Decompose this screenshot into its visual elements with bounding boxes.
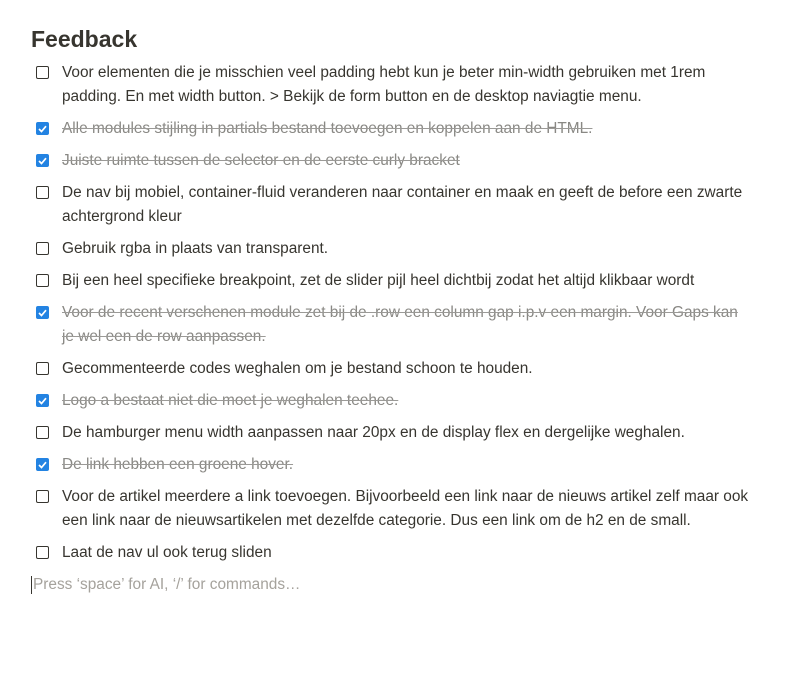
todo-text[interactable]: Alle modules stijling in partials bestan… (62, 117, 751, 141)
todo-checkbox[interactable] (36, 362, 49, 375)
todo-checkbox[interactable] (36, 458, 49, 471)
text-cursor (31, 576, 32, 594)
todo-text[interactable]: Voor de artikel meerdere a link toevoege… (62, 485, 751, 533)
todo-text[interactable]: Logo a bestaat niet die moet je weghalen… (62, 389, 751, 413)
todo-item[interactable]: Laat de nav ul ook terug sliden (31, 541, 751, 565)
checkmark-icon (38, 461, 47, 469)
todo-text[interactable]: De hamburger menu width aanpassen naar 2… (62, 421, 751, 445)
todo-list: Voor elementen die je misschien veel pad… (31, 61, 751, 565)
todo-checkbox[interactable] (36, 490, 49, 503)
todo-text[interactable]: Bij een heel specifieke breakpoint, zet … (62, 269, 751, 293)
new-block-input[interactable]: Press ‘space’ for AI, ‘/’ for commands… (31, 573, 751, 597)
checkmark-icon (38, 309, 47, 317)
todo-checkbox[interactable] (36, 122, 49, 135)
todo-text[interactable]: Juiste ruimte tussen de selector en de e… (62, 149, 751, 173)
todo-text[interactable]: Voor de recent verschenen module zet bij… (62, 301, 751, 349)
todo-item[interactable]: Juiste ruimte tussen de selector en de e… (31, 149, 751, 173)
checkmark-icon (38, 157, 47, 165)
todo-item[interactable]: Voor elementen die je misschien veel pad… (31, 61, 751, 109)
todo-checkbox[interactable] (36, 306, 49, 319)
todo-item[interactable]: Logo a bestaat niet die moet je weghalen… (31, 389, 751, 413)
page-content: Feedback Voor elementen die je misschien… (31, 22, 751, 597)
todo-text[interactable]: Laat de nav ul ook terug sliden (62, 541, 751, 565)
todo-item[interactable]: De link hebben een groene hover. (31, 453, 751, 477)
todo-item[interactable]: Voor de artikel meerdere a link toevoege… (31, 485, 751, 533)
new-block-placeholder: Press ‘space’ for AI, ‘/’ for commands… (33, 576, 301, 593)
checkmark-icon (38, 125, 47, 133)
todo-checkbox[interactable] (36, 242, 49, 255)
todo-checkbox[interactable] (36, 186, 49, 199)
todo-text[interactable]: De link hebben een groene hover. (62, 453, 751, 477)
todo-checkbox[interactable] (36, 66, 49, 79)
todo-checkbox[interactable] (36, 394, 49, 407)
checkmark-icon (38, 397, 47, 405)
todo-item[interactable]: Bij een heel specifieke breakpoint, zet … (31, 269, 751, 293)
todo-item[interactable]: Gecommenteerde codes weghalen om je best… (31, 357, 751, 381)
todo-item[interactable]: De hamburger menu width aanpassen naar 2… (31, 421, 751, 445)
todo-item[interactable]: Voor de recent verschenen module zet bij… (31, 301, 751, 349)
todo-text[interactable]: Voor elementen die je misschien veel pad… (62, 61, 751, 109)
todo-item[interactable]: Gebruik rgba in plaats van transparent. (31, 237, 751, 261)
todo-checkbox[interactable] (36, 274, 49, 287)
todo-text[interactable]: Gebruik rgba in plaats van transparent. (62, 237, 751, 261)
todo-item[interactable]: De nav bij mobiel, container-fluid veran… (31, 181, 751, 229)
todo-checkbox[interactable] (36, 546, 49, 559)
todo-text[interactable]: Gecommenteerde codes weghalen om je best… (62, 357, 751, 381)
todo-item[interactable]: Alle modules stijling in partials bestan… (31, 117, 751, 141)
page-heading[interactable]: Feedback (31, 22, 751, 56)
todo-checkbox[interactable] (36, 426, 49, 439)
todo-text[interactable]: De nav bij mobiel, container-fluid veran… (62, 181, 751, 229)
todo-checkbox[interactable] (36, 154, 49, 167)
